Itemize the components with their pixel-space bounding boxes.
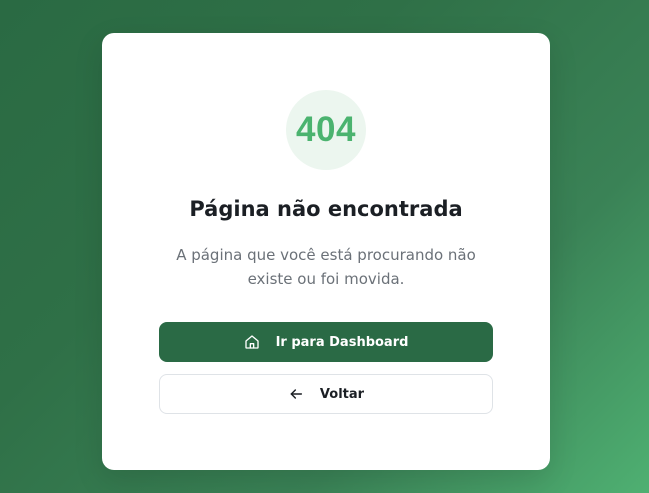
error-code: 404 <box>296 110 356 149</box>
error-code-badge: 404 <box>286 90 366 170</box>
page-title: Página não encontrada <box>189 197 463 221</box>
back-label: Voltar <box>319 386 365 402</box>
home-icon <box>244 334 260 350</box>
back-button[interactable]: Voltar <box>159 374 493 414</box>
go-to-dashboard-label: Ir para Dashboard <box>275 334 409 350</box>
error-card: 404 Página não encontrada A página que v… <box>102 33 550 470</box>
go-to-dashboard-button[interactable]: Ir para Dashboard <box>159 322 493 362</box>
error-description: A página que você está procurando não ex… <box>176 246 476 288</box>
arrow-left-icon <box>288 386 304 402</box>
